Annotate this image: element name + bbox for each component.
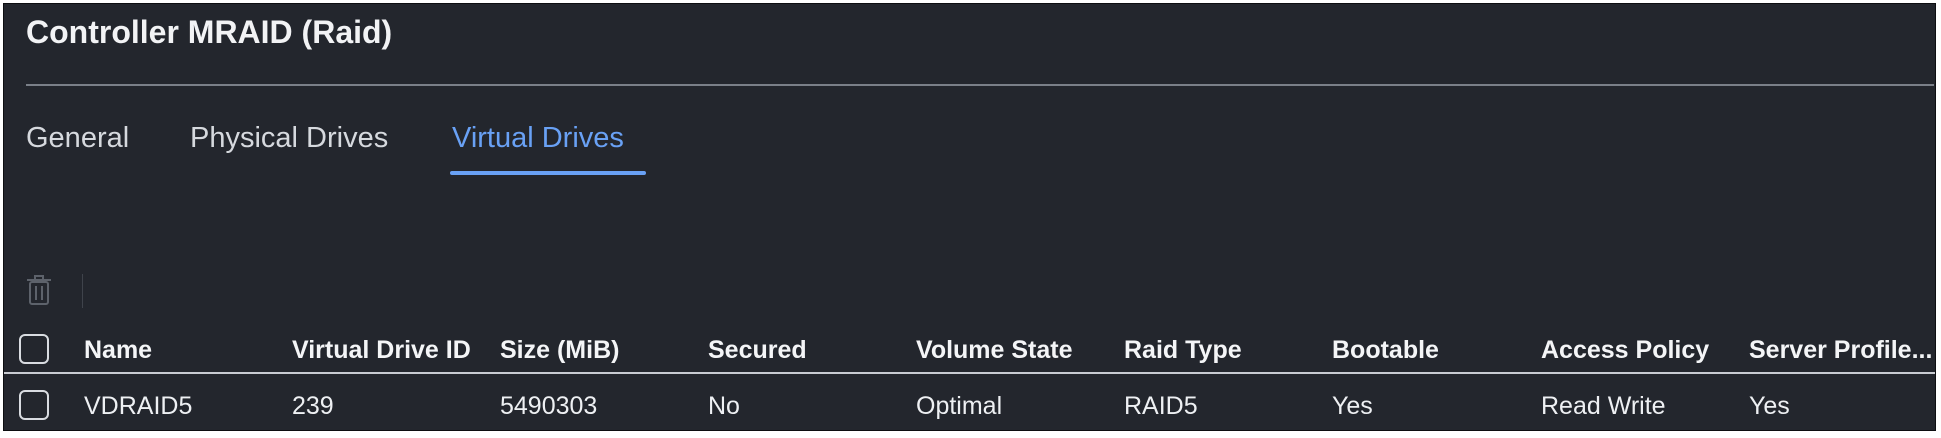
table-body: VDRAID5 239 5490303 No Optimal RAID5 Yes… <box>4 380 1935 430</box>
column-header-access-policy[interactable]: Access Policy <box>1541 336 1709 365</box>
controller-panel: Controller MRAID (Raid) General Physical… <box>3 3 1936 431</box>
column-header-bootable[interactable]: Bootable <box>1332 336 1439 365</box>
column-header-name[interactable]: Name <box>84 336 152 365</box>
column-header-virtual-drive-id[interactable]: Virtual Drive ID <box>292 336 471 365</box>
tab-virtual-drives[interactable]: Virtual Drives <box>452 122 624 155</box>
cell-name: VDRAID5 <box>84 392 193 420</box>
column-header-raid-type[interactable]: Raid Type <box>1124 336 1242 365</box>
tab-general[interactable]: General <box>26 122 129 155</box>
cell-raid-type: RAID5 <box>1124 392 1198 420</box>
column-header-size[interactable]: Size (MiB) <box>500 336 619 365</box>
column-header-secured[interactable]: Secured <box>708 336 807 365</box>
trash-icon[interactable] <box>26 274 52 306</box>
tab-physical-drives[interactable]: Physical Drives <box>190 122 388 155</box>
cell-size: 5490303 <box>500 392 598 420</box>
table-row[interactable]: VDRAID5 239 5490303 No Optimal RAID5 Yes… <box>4 380 1935 430</box>
cell-server-profile: Yes <box>1749 392 1790 420</box>
column-header-server-profile[interactable]: Server Profile... <box>1749 336 1932 365</box>
toolbar-divider <box>82 274 83 308</box>
cell-bootable: Yes <box>1332 392 1373 420</box>
row-checkbox[interactable] <box>19 390 49 420</box>
column-header-volume-state[interactable]: Volume State <box>916 336 1073 365</box>
cell-volume-state: Optimal <box>916 392 1003 420</box>
active-tab-indicator <box>450 171 646 175</box>
cell-secured: No <box>708 392 740 420</box>
header-divider <box>4 372 1935 374</box>
page-title: Controller MRAID (Raid) <box>26 14 393 50</box>
cell-access-policy: Read Write <box>1541 392 1666 420</box>
cell-virtual-drive-id: 239 <box>292 392 334 420</box>
select-all-checkbox[interactable] <box>19 334 49 364</box>
title-divider <box>26 84 1934 86</box>
